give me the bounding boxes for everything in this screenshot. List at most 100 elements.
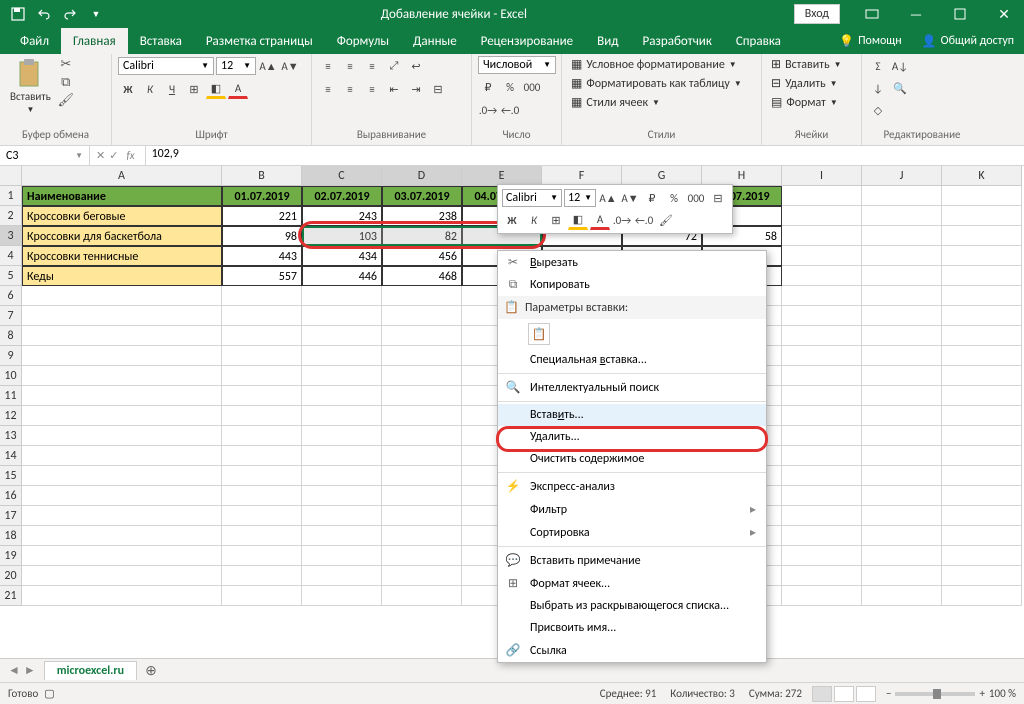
cell[interactable] — [302, 326, 382, 346]
cell[interactable] — [302, 406, 382, 426]
cell[interactable] — [382, 406, 462, 426]
cell[interactable] — [222, 386, 302, 406]
border-icon[interactable]: ⊞ — [184, 79, 204, 99]
cell[interactable] — [782, 186, 862, 206]
cell[interactable] — [382, 526, 462, 546]
cell[interactable] — [222, 406, 302, 426]
tab-review[interactable]: Рецензирование — [469, 28, 585, 54]
cell[interactable] — [942, 426, 1022, 446]
italic-icon[interactable]: К — [140, 79, 160, 99]
cell[interactable] — [862, 486, 942, 506]
cell[interactable] — [862, 406, 942, 426]
cell[interactable] — [862, 586, 942, 606]
cell[interactable] — [382, 366, 462, 386]
cell[interactable] — [862, 366, 942, 386]
comma-icon[interactable]: 000 — [522, 77, 542, 97]
column-header-J[interactable]: J — [862, 166, 942, 186]
cell[interactable] — [22, 546, 222, 566]
cell[interactable] — [782, 266, 862, 286]
cell[interactable] — [382, 486, 462, 506]
row-header-18[interactable]: 18 — [0, 526, 22, 546]
cell[interactable] — [22, 366, 222, 386]
mini-comma-icon[interactable]: 000 — [686, 188, 706, 208]
tab-view[interactable]: Вид — [585, 28, 630, 54]
cell[interactable] — [22, 346, 222, 366]
mini-merge-icon[interactable]: ⊟ — [708, 188, 728, 208]
cell[interactable] — [782, 506, 862, 526]
mini-bold-icon[interactable]: Ж — [502, 210, 522, 230]
row-header-14[interactable]: 14 — [0, 446, 22, 466]
cell[interactable] — [382, 326, 462, 346]
tab-layout[interactable]: Разметка страницы — [194, 28, 325, 54]
cell[interactable] — [862, 206, 942, 226]
undo-icon[interactable] — [32, 3, 56, 25]
mini-fill-icon[interactable]: ◧ — [568, 210, 588, 230]
cell[interactable] — [22, 466, 222, 486]
cell[interactable] — [302, 306, 382, 326]
cell[interactable] — [382, 466, 462, 486]
decrease-decimal-icon[interactable]: ←.0 — [500, 100, 520, 120]
decrease-indent-icon[interactable]: ⇤ — [384, 79, 404, 99]
cell[interactable] — [22, 526, 222, 546]
view-page-break-icon[interactable] — [856, 686, 876, 702]
mini-dec-dec-icon[interactable]: ←.0 — [634, 210, 654, 230]
cell[interactable] — [862, 326, 942, 346]
cell[interactable] — [782, 226, 862, 246]
cell[interactable] — [382, 306, 462, 326]
tab-data[interactable]: Данные — [401, 28, 469, 54]
cell[interactable] — [382, 346, 462, 366]
row-header-1[interactable]: 1 — [0, 186, 22, 206]
cell[interactable] — [22, 386, 222, 406]
row-header-8[interactable]: 8 — [0, 326, 22, 346]
view-page-layout-icon[interactable] — [834, 686, 854, 702]
sort-filter-icon[interactable]: A↓ — [890, 56, 910, 76]
cell[interactable] — [382, 586, 462, 606]
cell[interactable] — [222, 466, 302, 486]
cell[interactable] — [942, 406, 1022, 426]
cell[interactable] — [222, 586, 302, 606]
cell[interactable]: Наименование — [22, 186, 222, 206]
conditional-formatting-button[interactable]: ▦Условное форматирование▼ — [568, 56, 740, 73]
cell[interactable] — [222, 366, 302, 386]
mini-dec-inc-icon[interactable]: .0→ — [612, 210, 632, 230]
cell[interactable] — [782, 286, 862, 306]
tab-insert[interactable]: Вставка — [128, 28, 194, 54]
cell[interactable] — [302, 446, 382, 466]
cell[interactable] — [862, 466, 942, 486]
cut-icon[interactable]: ✂ — [57, 56, 75, 72]
cell[interactable] — [22, 426, 222, 446]
cell[interactable] — [222, 486, 302, 506]
cell[interactable] — [382, 386, 462, 406]
tab-developer[interactable]: Разработчик — [630, 28, 723, 54]
paste-button[interactable]: Вставить ▼ — [6, 56, 55, 117]
cell[interactable] — [862, 226, 942, 246]
underline-icon[interactable]: Ч — [162, 79, 182, 99]
cell[interactable] — [222, 326, 302, 346]
row-header-4[interactable]: 4 — [0, 246, 22, 266]
column-header-E[interactable]: E — [462, 166, 542, 186]
cell[interactable] — [782, 246, 862, 266]
tell-me[interactable]: 💡Помощн — [829, 28, 912, 54]
align-bottom-icon[interactable]: ≡ — [362, 56, 382, 76]
cell[interactable] — [222, 446, 302, 466]
cell[interactable] — [222, 546, 302, 566]
fx-icon[interactable]: fx — [122, 149, 138, 162]
align-right-icon[interactable]: ≡ — [362, 79, 382, 99]
save-icon[interactable] — [6, 3, 30, 25]
cell[interactable] — [22, 306, 222, 326]
align-top-icon[interactable]: ≡ — [318, 56, 338, 76]
cell[interactable] — [942, 486, 1022, 506]
share-button[interactable]: 👤Общий доступ — [912, 28, 1024, 54]
cell[interactable] — [22, 566, 222, 586]
cell[interactable] — [22, 446, 222, 466]
row-header-16[interactable]: 16 — [0, 486, 22, 506]
cell[interactable] — [942, 266, 1022, 286]
new-sheet-button[interactable]: ⊕ — [137, 662, 165, 679]
cell[interactable] — [942, 306, 1022, 326]
decrease-font-icon[interactable]: A▼ — [280, 56, 300, 76]
menu-cut[interactable]: ✂Вырезать — [498, 251, 766, 274]
row-header-10[interactable]: 10 — [0, 366, 22, 386]
row-header-3[interactable]: 3 — [0, 226, 22, 246]
cell[interactable]: 02.07.2019 — [302, 186, 382, 206]
cell[interactable] — [302, 506, 382, 526]
